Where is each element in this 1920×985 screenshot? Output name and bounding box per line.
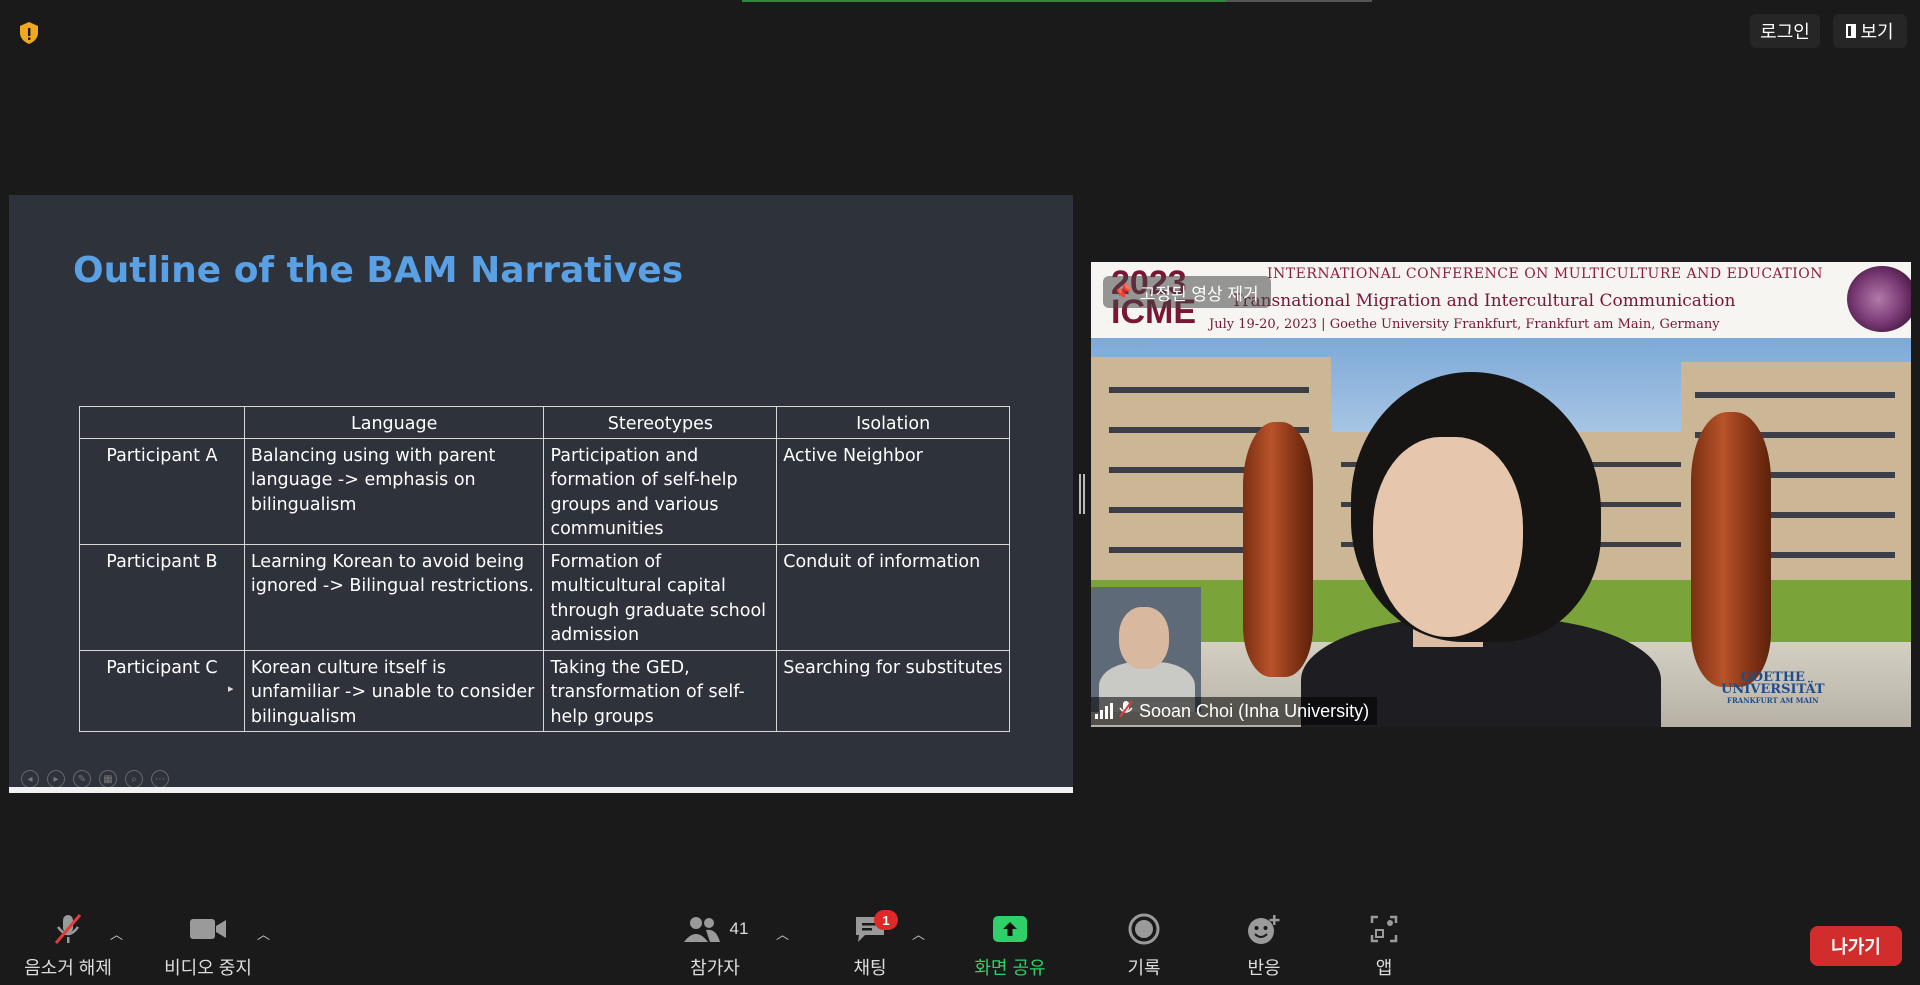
top-indicator-bar-gray bbox=[1226, 0, 1372, 2]
record-button[interactable]: 기록 bbox=[1104, 910, 1184, 985]
table-cell-participant: Participant B bbox=[79, 543, 245, 651]
sculpture-right bbox=[1691, 412, 1771, 687]
unpin-label: 고정된 영상 제거 bbox=[1139, 284, 1259, 304]
view-button[interactable]: 보기 bbox=[1833, 14, 1907, 48]
banner-line-1: INTERNATIONAL CONFERENCE ON MULTICULTURE… bbox=[1267, 266, 1823, 282]
table-cell-participant: Participant A bbox=[79, 437, 245, 545]
unmute-button[interactable]: 음소거 해제 bbox=[18, 910, 118, 985]
leave-meeting-button[interactable]: 나가기 bbox=[1810, 926, 1902, 966]
more-options-icon[interactable]: ⋯ bbox=[151, 770, 169, 788]
table-header-cell: Stereotypes bbox=[543, 406, 778, 439]
slides-grid-icon[interactable]: ▦ bbox=[99, 770, 117, 788]
participants-button[interactable]: 41 참가자 bbox=[670, 910, 760, 985]
connection-signal-icon bbox=[1095, 703, 1113, 719]
table-cell-stereotypes: Participation and formation of self-help… bbox=[543, 437, 778, 545]
next-slide-icon[interactable]: ▸ bbox=[47, 770, 65, 788]
table-header-cell: Isolation bbox=[776, 406, 1010, 439]
table-cell-isolation: Active Neighbor bbox=[776, 437, 1010, 545]
video-camera-icon bbox=[188, 910, 228, 948]
outline-table: Language Stereotypes Isolation Participa… bbox=[79, 406, 1010, 732]
slide-bottom-strip bbox=[9, 787, 1073, 793]
chat-label: 채팅 bbox=[853, 958, 887, 978]
banner-logo-orb bbox=[1847, 266, 1911, 332]
secondary-participant-cam bbox=[1091, 587, 1201, 712]
view-layout-icon bbox=[1846, 24, 1857, 38]
banner-line-3: July 19-20, 2023 | Goethe University Fra… bbox=[1209, 317, 1720, 332]
login-button[interactable]: 로그인 bbox=[1750, 14, 1820, 48]
share-screen-label: 화면 공유 bbox=[974, 958, 1046, 978]
unmute-label: 음소거 해제 bbox=[24, 958, 112, 978]
login-label: 로그인 bbox=[1760, 22, 1810, 42]
smiley-plus-icon bbox=[1245, 910, 1283, 948]
table-cell-language: Korean culture itself is unfamiliar -> u… bbox=[243, 649, 545, 732]
security-shield-icon[interactable] bbox=[16, 20, 42, 46]
table-cell-language: Balancing using with parent language -> … bbox=[243, 437, 545, 545]
table-row: Participant A Balancing using with paren… bbox=[79, 437, 1010, 545]
resize-splitter-handle[interactable] bbox=[1079, 474, 1085, 514]
audio-options-caret-icon[interactable]: ︿ bbox=[110, 924, 123, 943]
unpin-video-button[interactable]: 📌 고정된 영상 제거 bbox=[1103, 276, 1271, 308]
table-header-cell: Language bbox=[243, 406, 545, 439]
participants-label: 참가자 bbox=[690, 958, 740, 978]
record-label: 기록 bbox=[1127, 958, 1161, 978]
participants-icon: 41 bbox=[682, 910, 749, 948]
apps-label: 앱 bbox=[1375, 958, 1393, 978]
table-cell-language: Learning Korean to avoid being ignored -… bbox=[243, 543, 545, 651]
participants-count: 41 bbox=[729, 919, 749, 938]
stop-video-label: 비디오 중지 bbox=[164, 958, 252, 978]
zoom-icon[interactable]: ⌕ bbox=[125, 770, 143, 788]
share-screen-icon bbox=[991, 910, 1029, 948]
pen-icon[interactable]: ✎ bbox=[73, 770, 91, 788]
muted-mic-icon bbox=[1119, 699, 1133, 723]
table-row: Participant B Learning Korean to avoid b… bbox=[79, 543, 1010, 651]
table-cell-isolation: Conduit of information bbox=[776, 543, 1010, 651]
table-header-cell bbox=[79, 406, 245, 439]
leave-label: 나가기 bbox=[1831, 937, 1881, 957]
slide-toolbar: ◂ ▸ ✎ ▦ ⌕ ⋯ bbox=[21, 770, 169, 788]
video-options-caret-icon[interactable]: ︿ bbox=[257, 924, 270, 943]
participants-options-caret-icon[interactable]: ︿ bbox=[776, 924, 789, 943]
reactions-button[interactable]: 반응 bbox=[1224, 910, 1304, 985]
banner-line-2: Transnational Migration and Intercultura… bbox=[1231, 291, 1736, 311]
speaker-face bbox=[1373, 437, 1523, 637]
mouse-pointer-icon: ▸ bbox=[228, 683, 234, 695]
table-header-row: Language Stereotypes Isolation bbox=[79, 406, 1010, 439]
table-cell-isolation: Searching for substitutes bbox=[776, 649, 1010, 732]
table-cell-stereotypes: Formation of multicultural capital throu… bbox=[543, 543, 778, 651]
shared-screen: Outline of the BAM Narratives Language S… bbox=[9, 195, 1073, 788]
stop-video-button[interactable]: 비디오 중지 bbox=[158, 910, 258, 985]
share-screen-button[interactable]: 화면 공유 bbox=[960, 910, 1060, 985]
participant-name: Sooan Choi (Inha University) bbox=[1139, 700, 1370, 721]
record-icon bbox=[1127, 910, 1161, 948]
chat-unread-badge: 1 bbox=[874, 910, 898, 930]
goethe-university-logo: GOETHE UNIVERSITÄT FRANKFURT AM MAIN bbox=[1721, 670, 1825, 705]
chat-options-caret-icon[interactable]: ︿ bbox=[912, 924, 925, 943]
sculpture-left bbox=[1243, 422, 1313, 677]
pin-icon: 📌 bbox=[1113, 284, 1132, 301]
reactions-label: 반응 bbox=[1247, 958, 1281, 978]
apps-button[interactable]: 앱 bbox=[1344, 910, 1424, 985]
slide-title: Outline of the BAM Narratives bbox=[73, 250, 684, 291]
table-row: Participant C Korean culture itself is u… bbox=[79, 649, 1010, 732]
table-cell-participant: Participant C bbox=[79, 649, 245, 732]
apps-icon bbox=[1368, 910, 1400, 948]
view-label: 보기 bbox=[1860, 22, 1894, 42]
chat-button[interactable]: 채팅 bbox=[830, 910, 910, 985]
previous-slide-icon[interactable]: ◂ bbox=[21, 770, 39, 788]
table-cell-stereotypes: Taking the GED, transformation of self-h… bbox=[543, 649, 778, 732]
participant-name-tag: Sooan Choi (Inha University) bbox=[1091, 697, 1378, 725]
muted-microphone-icon bbox=[50, 910, 86, 948]
pinned-video-tile[interactable]: 2023 ICME INTERNATIONAL CONFERENCE ON MU… bbox=[1091, 262, 1911, 727]
top-indicator-bar bbox=[742, 0, 1226, 2]
